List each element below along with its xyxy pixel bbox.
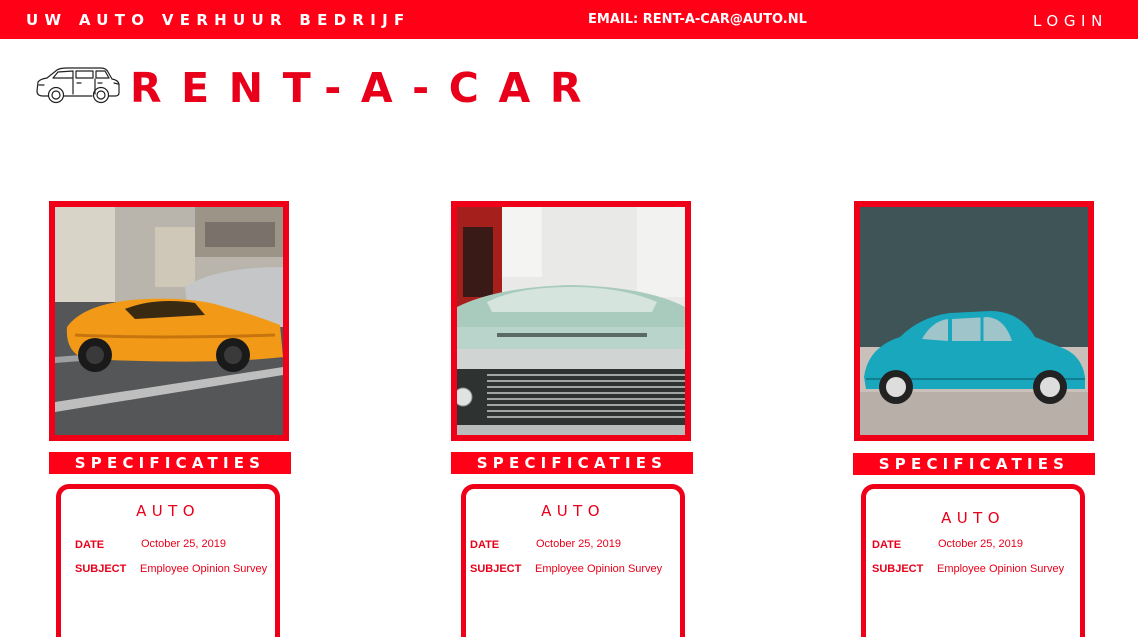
car-logo-icon xyxy=(36,67,120,104)
subject-label: SUBJECT xyxy=(872,563,924,575)
card-title: AUTO xyxy=(136,502,200,520)
tagline: UW AUTO VERHUUR BEDRIJF xyxy=(26,11,411,29)
spec-card: AUTO DATE October 25, 2019 SUBJECT Emplo… xyxy=(861,484,1085,637)
date-label: DATE xyxy=(75,539,105,551)
car-photo-frame[interactable] xyxy=(451,201,691,441)
turquoise-beetle-image xyxy=(860,207,1088,435)
car-photo-frame[interactable] xyxy=(854,201,1094,441)
contact-email[interactable]: EMAIL: RENT-A-CAR@AUTO.NL xyxy=(588,12,807,27)
vintage-car-grille-image xyxy=(457,207,685,435)
card-title: AUTO xyxy=(941,509,1005,527)
specifications-header: SPECIFICATIES xyxy=(49,452,291,474)
car-photo-frame[interactable] xyxy=(49,201,289,441)
spec-card: AUTO DATE October 25, 2019 SUBJECT Emplo… xyxy=(461,484,685,637)
specifications-header: SPECIFICATIES xyxy=(853,453,1095,475)
subject-value: Employee Opinion Survey xyxy=(535,563,663,575)
subject-label: SUBJECT xyxy=(470,563,522,575)
card-title: AUTO xyxy=(541,502,605,520)
date-value: October 25, 2019 xyxy=(141,538,227,550)
date-value: October 25, 2019 xyxy=(938,538,1024,550)
subject-value: Employee Opinion Survey xyxy=(140,563,268,575)
date-label: DATE xyxy=(470,539,500,551)
orange-sports-car-image xyxy=(55,207,283,435)
date-value: October 25, 2019 xyxy=(536,538,622,550)
subject-label: SUBJECT xyxy=(75,563,127,575)
login-link[interactable]: LOGIN xyxy=(1033,12,1108,30)
specifications-header: SPECIFICATIES xyxy=(451,452,693,474)
date-label: DATE xyxy=(872,539,902,551)
site-title: RENT-A-CAR xyxy=(130,64,601,112)
top-bar: UW AUTO VERHUUR BEDRIJF EMAIL: RENT-A-CA… xyxy=(0,0,1138,39)
subject-value: Employee Opinion Survey xyxy=(937,563,1065,575)
spec-card: AUTO DATE October 25, 2019 SUBJECT Emplo… xyxy=(56,484,280,637)
